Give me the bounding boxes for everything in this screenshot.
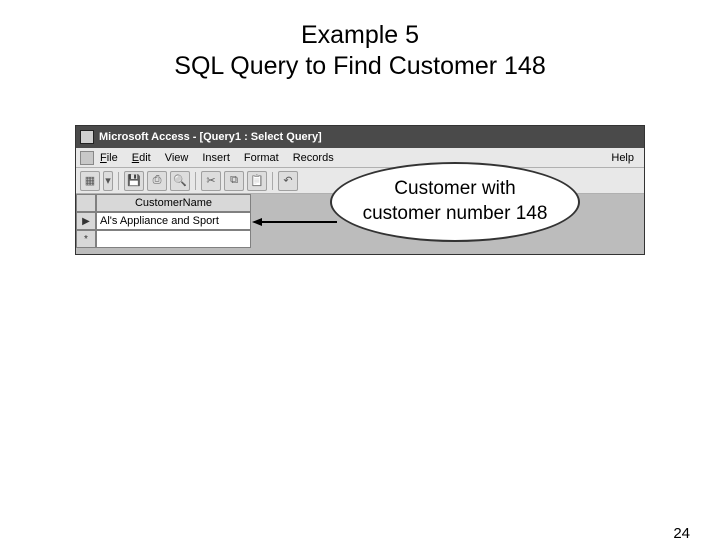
save-button[interactable]: 💾 [124, 171, 144, 191]
access-app-icon [80, 130, 94, 144]
copy-button[interactable]: ⧉ [224, 171, 244, 191]
menu-insert[interactable]: Insert [202, 152, 230, 164]
preview-button[interactable]: 🔍 [170, 171, 190, 191]
cut-button[interactable]: ✂ [201, 171, 221, 191]
title-line-1: Example 5 [301, 21, 419, 49]
menu-help[interactable]: Help [611, 152, 634, 164]
row-selector-column: ▶ * [76, 194, 96, 254]
menubar: File Edit View Insert Format Records Hel… [76, 148, 644, 168]
page-number: 24 [673, 525, 690, 542]
customer-name-column: CustomerName Al's Appliance and Sport [96, 194, 251, 254]
mdi-restore-icon[interactable] [80, 151, 94, 165]
column-header-customername[interactable]: CustomerName [96, 194, 251, 212]
cell-new-row[interactable] [96, 230, 251, 248]
undo-button[interactable]: ↶ [278, 171, 298, 191]
callout-arrow-icon [252, 214, 337, 216]
print-button[interactable]: ⎙ [147, 171, 167, 191]
menu-records[interactable]: Records [293, 152, 334, 164]
title-line-2: SQL Query to Find Customer 148 [174, 52, 545, 80]
menu-edit[interactable]: Edit [132, 152, 151, 164]
menu-format[interactable]: Format [244, 152, 279, 164]
cell-customer-row1[interactable]: Al's Appliance and Sport [96, 212, 251, 230]
window-title: Microsoft Access - [Query1 : Select Quer… [99, 131, 322, 143]
titlebar: Microsoft Access - [Query1 : Select Quer… [76, 126, 644, 148]
callout-text-line2: customer number 148 [363, 203, 548, 224]
toolbar-separator [118, 172, 119, 190]
menu-view[interactable]: View [165, 152, 189, 164]
paste-button[interactable]: 📋 [247, 171, 267, 191]
slide-title: Example 5 SQL Query to Find Customer 148 [0, 20, 720, 83]
callout-bubble: Customer with customer number 148 [330, 162, 580, 242]
view-button[interactable]: ▦ [80, 171, 100, 191]
callout-text-line1: Customer with [394, 178, 515, 199]
row-selector-current[interactable]: ▶ [76, 212, 96, 230]
select-all-corner[interactable] [76, 194, 96, 212]
view-dropdown-icon[interactable]: ▾ [103, 171, 113, 191]
row-selector-new[interactable]: * [76, 230, 96, 248]
toolbar-separator-3 [272, 172, 273, 190]
toolbar-separator-2 [195, 172, 196, 190]
menu-file[interactable]: File [100, 152, 118, 164]
